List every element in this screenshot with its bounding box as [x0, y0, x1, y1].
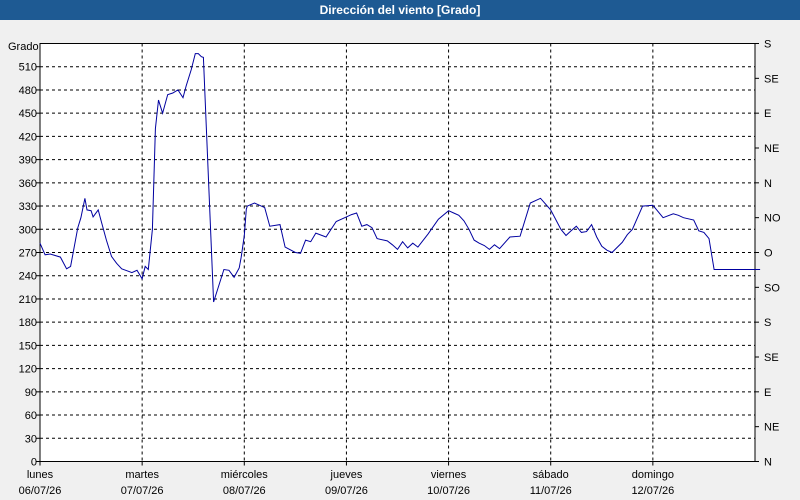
x-tick-date-label: 09/07/26: [325, 485, 368, 497]
y-tick-label: 300: [19, 224, 37, 236]
x-axis-ticks: lunes 06/07/26 martes 07/07/26 miércoles 08/0…: [19, 461, 674, 497]
y2-tick-label: N: [764, 178, 772, 190]
y-tick-label: 390: [19, 155, 37, 167]
y2-tick-label: SE: [764, 73, 779, 85]
y2-tick-label: E: [764, 387, 771, 399]
y-tick-label: 450: [19, 108, 37, 120]
y-tick-label: 510: [19, 62, 37, 74]
x-tick-day-label: domingo: [632, 469, 674, 481]
x-tick-date-label: 08/07/26: [223, 485, 266, 497]
y-axis-ticks: 0 30 60 90 120 150 180 210 240 270 300 330 360 390 420…: [19, 62, 40, 469]
x-tick-day-label: lunes: [27, 469, 54, 481]
x-tick-date-label: 10/07/26: [427, 485, 470, 497]
y2-tick-label: S: [764, 317, 771, 329]
y-tick-label: 30: [25, 433, 37, 445]
x-tick-date-label: 11/07/26: [530, 485, 572, 497]
y-tick-label: 150: [19, 340, 37, 352]
y-tick-label: 210: [19, 294, 37, 306]
y-tick-label: 90: [25, 387, 37, 399]
y2-tick-label: SO: [764, 282, 780, 294]
x-tick-day-label: miércoles: [221, 469, 269, 481]
y-tick-label: 180: [19, 317, 37, 329]
y2-tick-label: NO: [764, 213, 781, 225]
x-tick-date-label: 12/07/26: [631, 485, 674, 497]
y-tick-label: 0: [31, 457, 37, 469]
y-tick-label: 120: [19, 364, 37, 376]
y-tick-label: 240: [19, 271, 37, 283]
y2-tick-label: N: [764, 457, 772, 469]
y2-axis-ticks: N NE E SE S SO O NO N NE E SE S: [755, 39, 781, 469]
x-tick-day-label: jueves: [330, 469, 363, 481]
x-tick-day-label: viernes: [431, 469, 467, 481]
y2-tick-label: E: [764, 108, 771, 120]
x-tick-day-label: martes: [125, 469, 159, 481]
y-tick-label: 330: [19, 201, 37, 213]
chart-area: 0 30 60 90 120 150 180 210 240 270 300 330 360 390 420…: [0, 20, 800, 500]
y-tick-label: 360: [19, 178, 37, 190]
y2-tick-label: S: [764, 39, 771, 51]
y2-tick-label: SE: [764, 352, 779, 364]
y-tick-label: 420: [19, 131, 37, 143]
y-tick-label: 60: [25, 410, 37, 422]
y2-tick-label: NE: [764, 143, 779, 155]
x-tick-day-label: sábado: [533, 469, 569, 481]
wind-direction-chart: 0 30 60 90 120 150 180 210 240 270 300 330 360 390 420…: [8, 39, 781, 498]
y-tick-label: 270: [19, 248, 37, 260]
y-axis-label: Grado: [8, 41, 39, 53]
x-tick-date-label: 07/07/26: [121, 485, 164, 497]
x-tick-date-label: 06/07/26: [19, 485, 62, 497]
y2-tick-label: O: [764, 248, 773, 260]
y-tick-label: 480: [19, 85, 37, 97]
chart-title: Dirección del viento [Grado]: [0, 0, 800, 20]
y2-tick-label: NE: [764, 422, 779, 434]
